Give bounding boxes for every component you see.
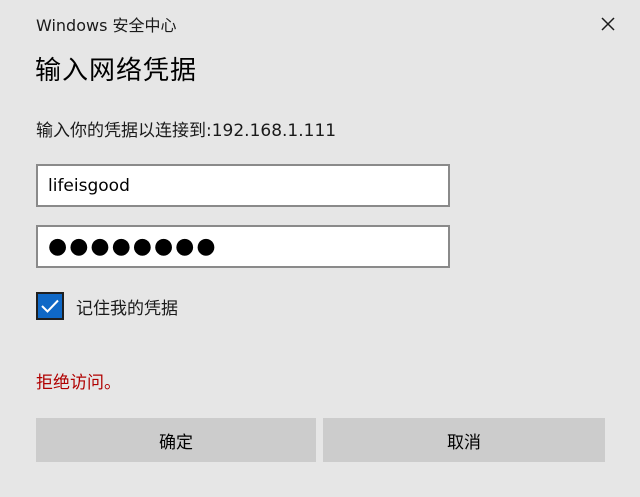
dialog-heading: 输入网络凭据: [35, 56, 198, 86]
connection-description: 输入你的凭据以连接到:192.168.1.111: [36, 121, 337, 141]
close-icon: [601, 17, 615, 31]
password-field[interactable]: [36, 225, 450, 268]
window-title: Windows 安全中心: [36, 16, 177, 35]
username-field[interactable]: [36, 164, 450, 207]
cancel-button[interactable]: 取消: [323, 418, 605, 462]
ok-button[interactable]: 确定: [36, 418, 316, 462]
checkmark-icon: [41, 299, 59, 313]
close-button[interactable]: [588, 6, 628, 42]
remember-credentials-checkbox[interactable]: 记住我的凭据: [36, 292, 178, 320]
error-message: 拒绝访问。: [36, 373, 121, 393]
checkbox-box[interactable]: [36, 292, 64, 320]
remember-label: 记住我的凭据: [76, 298, 178, 319]
credentials-dialog: Windows 安全中心 输入网络凭据 输入你的凭据以连接到:192.168.1…: [0, 0, 640, 497]
